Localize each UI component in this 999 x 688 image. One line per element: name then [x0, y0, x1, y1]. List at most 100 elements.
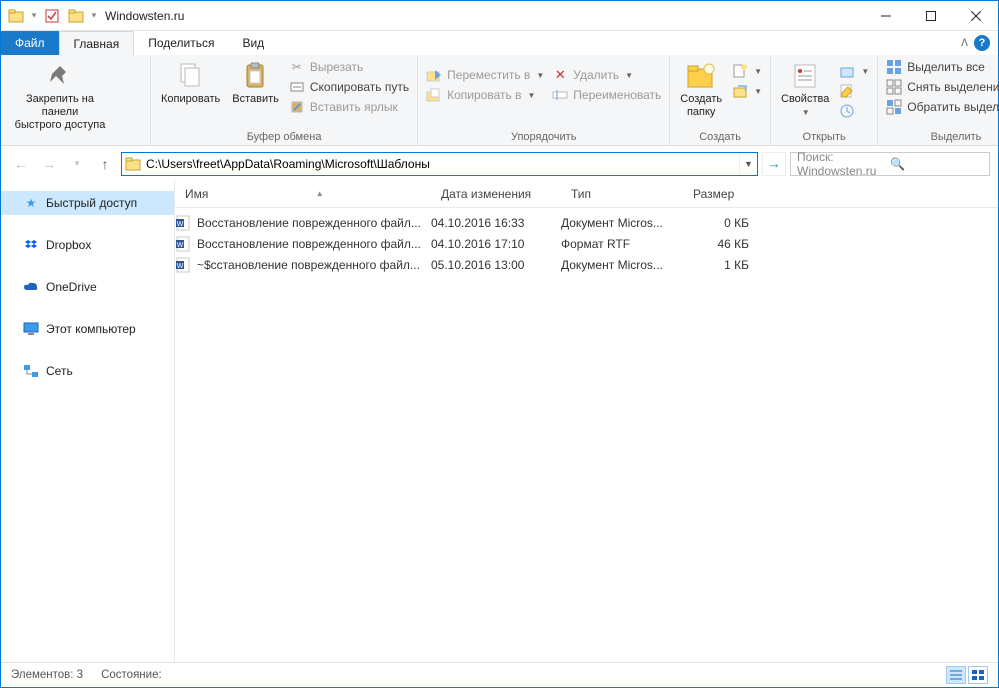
- select-all-icon: [886, 59, 902, 75]
- navigation-pane: ★ Быстрый доступ Dropbox OneDrive Этот к…: [1, 181, 175, 662]
- sidebar-item-network[interactable]: Сеть: [1, 359, 174, 383]
- tab-view[interactable]: Вид: [228, 31, 278, 55]
- edit-button[interactable]: [839, 83, 869, 99]
- file-list-area: Имя ▲ Дата изменения Тип Размер W Восстан…: [175, 181, 998, 662]
- star-icon: ★: [23, 195, 39, 211]
- onedrive-icon: [23, 279, 39, 295]
- invert-selection-button[interactable]: Обратить выделение: [886, 99, 999, 115]
- column-date[interactable]: Дата изменения: [431, 187, 561, 201]
- new-item-icon: [732, 63, 748, 79]
- sidebar-item-quick-access[interactable]: ★ Быстрый доступ: [1, 191, 174, 215]
- status-bar: Элементов: 3 Состояние:: [1, 662, 998, 686]
- minimize-button[interactable]: [863, 1, 908, 31]
- svg-text:W: W: [177, 221, 184, 228]
- close-button[interactable]: [953, 1, 998, 31]
- column-type[interactable]: Тип: [561, 187, 683, 201]
- copy-to-button[interactable]: Копировать в▼: [426, 87, 544, 103]
- address-dropdown-icon[interactable]: ▼: [739, 153, 757, 175]
- shortcut-icon: [289, 99, 305, 115]
- paste-icon: [241, 59, 271, 93]
- go-button[interactable]: →: [762, 152, 786, 176]
- paste-shortcut-button[interactable]: Вставить ярлык: [289, 99, 409, 115]
- file-name: ~$сстановление поврежденного файл...: [197, 258, 420, 272]
- file-row[interactable]: W~$сстановление поврежденного файл...05.…: [175, 254, 998, 275]
- delete-button[interactable]: ✕ Удалить▼: [552, 67, 661, 83]
- search-icon: 🔍: [890, 157, 983, 171]
- copy-button[interactable]: Копировать: [155, 57, 226, 106]
- open-group-label: Открыть: [771, 131, 877, 145]
- new-item-button[interactable]: ▼: [732, 63, 762, 79]
- maximize-button[interactable]: [908, 1, 953, 31]
- tab-share[interactable]: Поделиться: [134, 31, 228, 55]
- file-date: 04.10.2016 17:10: [431, 237, 561, 251]
- sidebar-item-this-pc[interactable]: Этот компьютер: [1, 317, 174, 341]
- forward-button[interactable]: →: [37, 152, 61, 176]
- copy-to-icon: [426, 87, 442, 103]
- file-row[interactable]: WВосстановление поврежденного файл...04.…: [175, 212, 998, 233]
- window-controls: [863, 1, 998, 31]
- properties-icon: [790, 59, 820, 93]
- svg-text:W: W: [177, 242, 184, 249]
- easy-access-button[interactable]: ▼: [732, 83, 762, 99]
- cut-button[interactable]: ✂ Вырезать: [289, 59, 409, 75]
- ribbon-tabs: Файл Главная Поделиться Вид ᐱ ?: [1, 31, 998, 55]
- view-switcher: [946, 666, 988, 684]
- group-label: [1, 134, 150, 148]
- qat-dropdown-icon[interactable]: ▾: [89, 5, 99, 27]
- rename-button[interactable]: Переименовать: [552, 87, 661, 103]
- history-button[interactable]: [839, 103, 869, 119]
- new-folder-button[interactable]: Создать папку: [674, 57, 728, 119]
- select-group-label: Выделить: [878, 131, 999, 145]
- open-button[interactable]: ▼: [839, 63, 869, 79]
- file-row[interactable]: W Восстановление поврежденного файл... 04.…: [175, 233, 998, 254]
- search-box[interactable]: Поиск: Windowsten.ru 🔍: [790, 152, 990, 176]
- file-type: Документ Micros...: [561, 258, 683, 272]
- paste-button[interactable]: Вставить: [226, 57, 285, 106]
- column-name[interactable]: Имя ▲: [175, 187, 431, 201]
- rename-icon: [552, 87, 568, 103]
- folder-qat-icon[interactable]: [65, 5, 87, 27]
- file-date: 04.10.2016 16:33: [431, 216, 561, 230]
- tab-home[interactable]: Главная: [59, 31, 135, 55]
- move-to-button[interactable]: Переместить в▼: [426, 67, 544, 83]
- copy-path-button[interactable]: Скопировать путь: [289, 79, 409, 95]
- ribbon-collapse-icon[interactable]: ᐱ: [961, 38, 968, 49]
- folder-icon: [5, 5, 27, 27]
- file-name: Восстановление поврежденного файл...: [197, 237, 421, 251]
- tab-file[interactable]: Файл: [1, 31, 59, 55]
- quick-access-toolbar: ▾ ▾: [1, 5, 99, 27]
- ribbon: Закрепить на панели быстрого доступа Коп…: [1, 55, 998, 146]
- select-all-button[interactable]: Выделить все: [886, 59, 999, 75]
- recent-locations-button[interactable]: ▾: [65, 152, 89, 176]
- organize-group-label: Упорядочить: [418, 131, 669, 145]
- icons-view-button[interactable]: [968, 666, 988, 684]
- word-doc-icon: W: [175, 236, 191, 252]
- file-date: 05.10.2016 13:00: [431, 258, 561, 272]
- sidebar-item-onedrive[interactable]: OneDrive: [1, 275, 174, 299]
- file-type: Документ Micros...: [561, 216, 683, 230]
- properties-qat-icon[interactable]: [41, 5, 63, 27]
- pin-to-quick-access-button[interactable]: Закрепить на панели быстрого доступа: [5, 57, 115, 132]
- network-icon: [23, 363, 39, 379]
- qat-divider: ▾: [29, 5, 39, 27]
- address-input[interactable]: [144, 157, 739, 171]
- file-size: 1 КБ: [683, 258, 763, 272]
- file-size: 0 КБ: [683, 216, 763, 230]
- select-none-button[interactable]: Снять выделение: [886, 79, 999, 95]
- open-icon: [839, 63, 855, 79]
- dropbox-icon: [23, 237, 39, 253]
- content-area: ★ Быстрый доступ Dropbox OneDrive Этот к…: [1, 181, 998, 662]
- address-bar[interactable]: ▼: [121, 152, 758, 176]
- properties-button[interactable]: Свойства▼: [775, 57, 835, 119]
- copy-path-icon: [289, 79, 305, 95]
- status-state: Состояние:: [101, 669, 162, 681]
- address-folder-icon: [122, 156, 144, 172]
- up-button[interactable]: ↑: [93, 152, 117, 176]
- back-button[interactable]: ←: [9, 152, 33, 176]
- sidebar-item-dropbox[interactable]: Dropbox: [1, 233, 174, 257]
- column-size[interactable]: Размер: [683, 187, 763, 201]
- item-count: Элементов: 3: [11, 669, 83, 681]
- file-type: Формат RTF: [561, 237, 683, 251]
- help-icon[interactable]: ?: [974, 35, 990, 51]
- details-view-button[interactable]: [946, 666, 966, 684]
